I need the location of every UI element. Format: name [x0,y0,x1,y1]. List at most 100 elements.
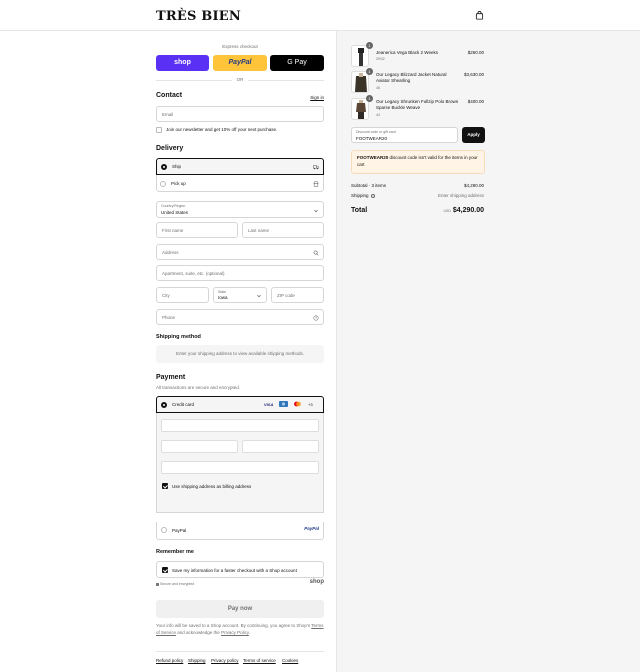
billing-same-label: Use shipping address as billing address [172,484,252,489]
security-code-field[interactable] [242,440,319,453]
shopping-bag-icon[interactable] [475,11,484,20]
apply-button[interactable]: Apply [462,127,485,143]
chevron-down-icon [257,295,261,298]
subtotal-value: $4,290.00 [463,183,484,188]
visa-icon: VISA [264,402,274,407]
shipping-method-notice: Enter your shipping address to view avai… [156,345,324,363]
discount-value: FOOTWEAR20 [356,136,388,141]
footer-terms-link[interactable]: Terms of service [243,658,276,663]
shop-logo: shop [309,579,324,585]
brand-logo[interactable]: TRÈS BIEN [156,9,241,24]
product-price: $260.00 [467,50,484,55]
quantity-badge: 1 [366,68,373,75]
ship-radio[interactable] [161,164,167,170]
svg-text:?: ? [315,316,317,320]
paypal-button[interactable]: PayPal [213,55,267,71]
phone-placeholder: Phone [162,315,176,320]
discount-label: Discount code or gift card [356,130,396,134]
legal-end: . [248,629,251,635]
phone-field[interactable]: Phone ? [156,309,324,325]
product-thumbnail [351,71,369,93]
state-select[interactable]: State Iowa [213,287,267,303]
paypal-radio[interactable] [161,527,167,533]
ship-label: Ship [172,164,182,169]
store-icon [313,181,319,187]
google-pay-button[interactable]: G Pay [270,55,324,71]
credit-card-option[interactable]: Credit card VISA +3 [156,396,324,413]
footer-refund-policy-link[interactable]: Refund policy [156,658,183,663]
product-thumbnail [351,98,369,120]
first-name-field[interactable]: First name [156,222,238,238]
shipping-label-text: Shipping [351,193,369,198]
pickup-option[interactable]: Pick up [157,176,323,192]
save-info-checkbox[interactable] [162,567,168,573]
chevron-down-icon [314,210,318,213]
total-value: $4,290.00 [452,207,484,214]
shipping-method-heading: Shipping method [156,334,201,340]
product-variant: 46 [376,86,380,90]
secure-text: Secure and encrypted [160,582,195,586]
city-placeholder: City [162,293,170,298]
pay-now-button[interactable]: Pay now [156,600,324,618]
help-icon[interactable]: ? [313,315,319,321]
newsletter-label: Join our newsletter and get 10% off your… [166,127,278,132]
product-price: $3,630.00 [463,72,484,77]
lock-icon [156,582,159,586]
card-details-panel: Use shipping address as billing address [156,413,324,513]
sign-in-link[interactable]: Sign in [310,95,324,100]
contact-heading: Contact [156,92,183,99]
credit-card-radio[interactable] [161,402,167,408]
legal-text: Your info will be saved to a Shop accoun… [156,623,324,636]
billing-same-checkbox[interactable] [162,483,168,489]
credit-card-label: Credit card [172,402,195,407]
privacy-policy-link[interactable]: Privacy Policy [221,630,249,635]
quantity-badge: 1 [366,95,373,102]
legal-mid: and acknowledge the [177,629,220,635]
total-amount: USD $4,290.00 [443,207,484,214]
apartment-field[interactable]: Apartment, suite, etc. (optional) [156,265,324,281]
footer-privacy-policy-link[interactable]: Privacy policy [211,658,239,663]
shipping-label: Shipping [351,193,375,198]
divider [248,80,324,81]
shop-pay-button[interactable]: shop [156,55,209,71]
state-label: State [218,290,227,294]
info-icon[interactable] [370,193,375,198]
save-info-label: Save my information for a faster checkou… [172,567,297,573]
email-field[interactable]: Email [156,106,324,122]
paypal-option[interactable]: PayPal PayPal [156,522,324,540]
warning-code: FOOTWEAR20 [357,155,389,160]
city-field[interactable]: City [156,287,209,303]
legal-pre: Your info will be saved to a Shop accoun… [156,623,311,628]
product-name: Our Legacy Blizzard Jacket Natural Aviat… [376,72,447,83]
footer-cookies-link[interactable]: Cookies [282,658,298,663]
header: TRÈS BIEN [0,0,640,31]
quantity-badge: 1 [366,42,373,49]
footer-divider [156,651,324,652]
card-number-field[interactable] [161,419,319,432]
product-variant: 29/32 [376,57,385,61]
last-name-field[interactable]: Last name [242,222,324,238]
address-field[interactable]: Address [156,244,324,260]
amex-icon [279,401,288,407]
product-price: $400.00 [467,99,484,104]
product-name: Our Legacy Shrunken Fullzip Polo Brown S… [376,99,459,110]
name-on-card-field[interactable] [161,461,319,474]
apartment-placeholder: Apartment, suite, etc. (optional) [162,271,225,276]
remember-me-heading: Remember me [156,549,194,555]
payment-heading: Payment [156,374,186,381]
delivery-options: Ship Pick up [156,158,324,192]
order-summary: 1 Jeanerica Vega Black 2 Weeks 29/32 $26… [336,31,640,672]
discount-code-input[interactable]: Discount code or gift card FOOTWEAR20 [351,127,458,143]
address-placeholder: Address [162,250,179,255]
delivery-heading: Delivery [156,145,184,152]
pickup-radio[interactable] [160,181,166,187]
zip-field[interactable]: ZIP code [271,287,324,303]
country-select[interactable]: Country/Region United States [156,201,324,218]
zip-placeholder: ZIP code [277,293,295,298]
country-value: United States [161,210,189,215]
email-placeholder: Email [162,112,174,117]
newsletter-checkbox[interactable] [156,127,162,133]
ship-option[interactable]: Ship [156,158,324,175]
expiration-date-field[interactable] [161,440,238,453]
footer-shipping-link[interactable]: Shipping [188,658,206,663]
